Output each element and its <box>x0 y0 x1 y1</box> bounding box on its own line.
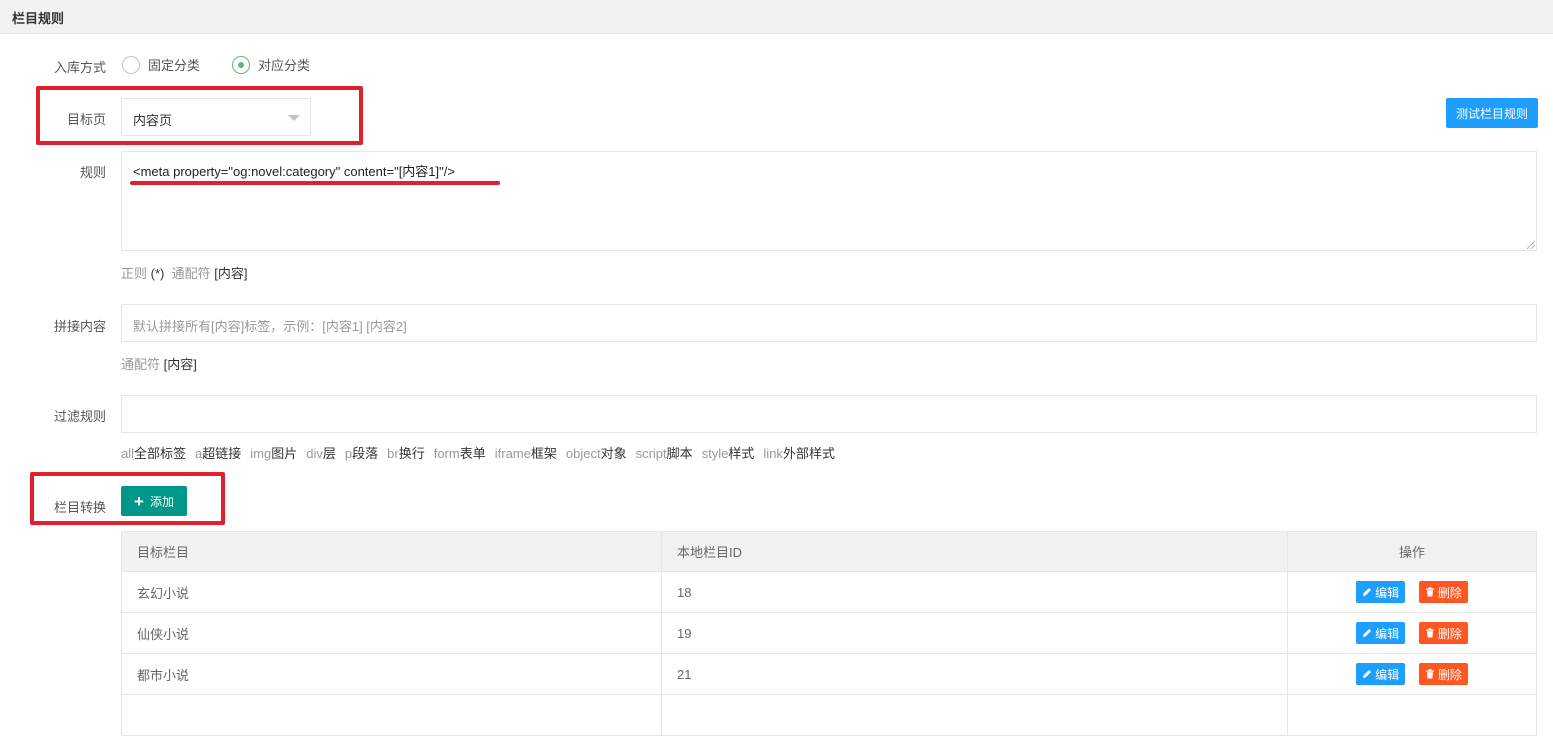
trash-icon <box>1425 669 1434 679</box>
cell-local-id: 18 <box>661 571 1288 613</box>
panel-title: 栏目规则 <box>12 11 65 26</box>
category-mapping-table: 目标栏目 本地栏目ID 操作 玄幻小说 18 编辑 删除 仙侠小说 19 编辑 … <box>121 531 1537 736</box>
concat-hint: 通配符 [内容] <box>121 354 197 373</box>
concat-hint-wildcard-label: 通配符 <box>121 357 161 372</box>
cell-local-id: 21 <box>661 653 1288 695</box>
rule-label: 规则 <box>79 165 106 180</box>
resize-handle-icon[interactable] <box>1527 241 1535 249</box>
radio-fixed-category[interactable]: 固定分类 <box>122 55 200 74</box>
rule-textarea-value: <meta property="og:novel:category" conte… <box>133 164 455 179</box>
rule-hint-wildcard-label: 通配符 <box>171 266 211 281</box>
pencil-icon <box>1363 629 1372 637</box>
table-row-partial <box>121 694 1537 736</box>
table-header-row: 目标栏目 本地栏目ID 操作 <box>121 531 1537 572</box>
radio-fixed-category-label: 固定分类 <box>148 58 201 73</box>
annotation-box-target-page <box>36 86 363 145</box>
rule-hint-regex-label: 正则 <box>121 266 148 281</box>
panel-header: 栏目规则 <box>0 0 1553 34</box>
cell-actions <box>1287 694 1537 736</box>
table-row: 都市小说 21 编辑 删除 <box>121 653 1537 695</box>
trash-icon <box>1425 628 1434 638</box>
delete-button[interactable]: 删除 <box>1418 581 1468 603</box>
filter-tag-link[interactable]: link外部样式 <box>763 443 835 462</box>
rule-textarea[interactable]: <meta property="og:novel:category" conte… <box>121 151 1537 251</box>
pencil-icon <box>1363 670 1372 678</box>
cell-target: 玄幻小说 <box>121 571 662 613</box>
filter-tag-iframe[interactable]: iframe框架 <box>495 443 557 462</box>
filter-tag-list: all全部标签 a超链接 img图片 div层 p段落 br换行 form表单 … <box>121 443 844 462</box>
column-header-target: 目标栏目 <box>121 531 662 572</box>
rule-hint-regex-token[interactable]: (*) <box>151 266 165 281</box>
filter-tag-script[interactable]: script脚本 <box>636 443 693 462</box>
edit-button[interactable]: 编辑 <box>1356 622 1406 644</box>
rule-hint-content-token[interactable]: [内容] <box>214 266 247 281</box>
filter-tag-img[interactable]: img图片 <box>250 443 297 462</box>
filter-input[interactable] <box>121 395 1537 433</box>
filter-tag-all[interactable]: all全部标签 <box>121 443 186 462</box>
filter-tag-div[interactable]: div层 <box>306 443 336 462</box>
edit-button[interactable]: 编辑 <box>1356 581 1406 603</box>
filter-tag-style[interactable]: style样式 <box>702 443 755 462</box>
radio-mapped-category-label: 对应分类 <box>258 58 311 73</box>
radio-checked-icon <box>232 55 250 74</box>
cell-target: 都市小说 <box>121 653 662 695</box>
edit-button[interactable]: 编辑 <box>1356 663 1406 685</box>
concat-input[interactable]: 默认拼接所有[内容]标签，示例：[内容1] [内容2] <box>121 304 1537 342</box>
cell-local-id: 19 <box>661 612 1288 654</box>
radio-circle-icon <box>122 55 140 74</box>
filter-label: 过滤规则 <box>53 409 106 424</box>
cell-target <box>121 694 662 736</box>
cell-local-id <box>661 694 1288 736</box>
concat-input-placeholder: 默认拼接所有[内容]标签，示例：[内容1] [内容2] <box>133 319 407 334</box>
cell-actions: 编辑 删除 <box>1287 653 1537 695</box>
delete-button[interactable]: 删除 <box>1418 622 1468 644</box>
table-row: 仙侠小说 19 编辑 删除 <box>121 612 1537 654</box>
table-row: 玄幻小说 18 编辑 删除 <box>121 571 1537 613</box>
column-header-actions: 操作 <box>1287 531 1537 572</box>
radio-mapped-category[interactable]: 对应分类 <box>232 55 310 74</box>
concat-hint-content-token[interactable]: [内容] <box>164 357 197 372</box>
filter-tag-p[interactable]: p段落 <box>345 443 378 462</box>
trash-icon <box>1425 587 1434 597</box>
rule-hint: 正则 (*) 通配符 [内容] <box>121 263 247 282</box>
column-header-local-id: 本地栏目ID <box>661 531 1288 572</box>
cell-target: 仙侠小说 <box>121 612 662 654</box>
pencil-icon <box>1363 588 1372 596</box>
cell-actions: 编辑 删除 <box>1287 612 1537 654</box>
storage-mode-label: 入库方式 <box>53 60 106 75</box>
cell-actions: 编辑 删除 <box>1287 571 1537 613</box>
concat-label: 拼接内容 <box>53 319 106 334</box>
delete-button[interactable]: 删除 <box>1418 663 1468 685</box>
filter-tag-a[interactable]: a超链接 <box>195 443 241 462</box>
filter-tag-object[interactable]: object对象 <box>566 443 627 462</box>
annotation-box-category-convert <box>30 472 225 525</box>
filter-tag-form[interactable]: form表单 <box>434 443 486 462</box>
annotation-underline-rule <box>130 181 500 185</box>
filter-tag-br[interactable]: br换行 <box>387 443 425 462</box>
test-category-rule-button[interactable]: 测试栏目规则 <box>1446 98 1538 128</box>
